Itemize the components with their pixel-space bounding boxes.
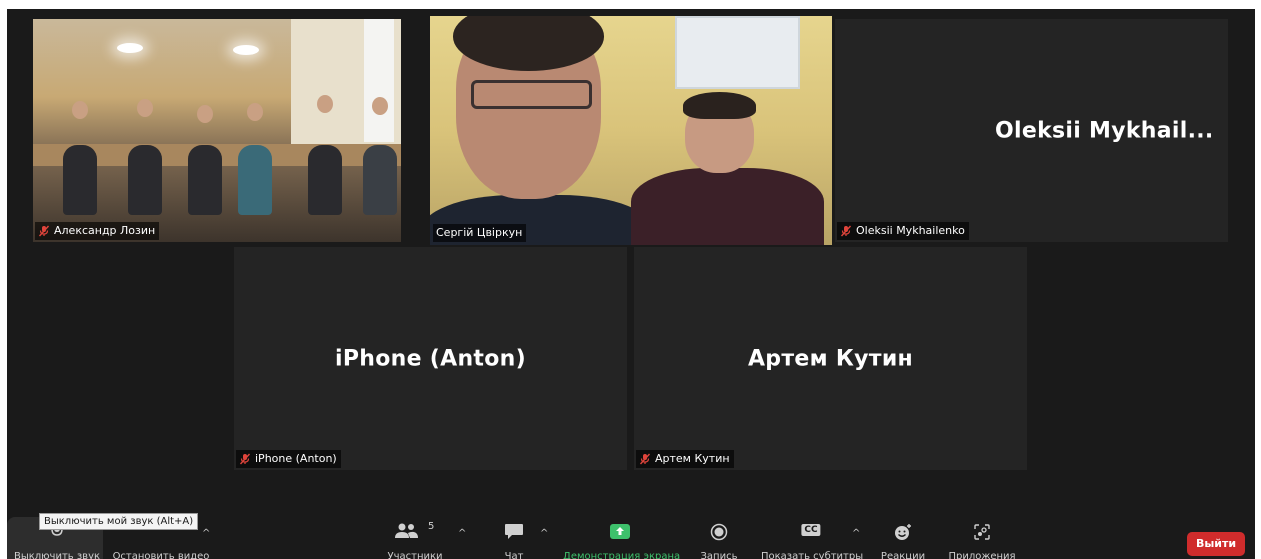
participant-video: [430, 16, 832, 245]
video-tile-artem[interactable]: Артем Кутин Артем Кутин: [634, 247, 1027, 470]
mute-tooltip: Выключить мой звук (Alt+A): [39, 513, 199, 530]
reactions-icon: [895, 524, 911, 540]
mute-audio-label: Выключить звук: [13, 551, 101, 559]
participant-name: Артем Кутин: [655, 452, 730, 465]
participant-name: Сергій Цвіркун: [436, 226, 523, 239]
chat-button[interactable]: Чат: [499, 519, 529, 559]
participants-button[interactable]: 5 Участники: [383, 519, 447, 559]
reactions-label: Реакции: [880, 551, 926, 559]
apps-button[interactable]: Приложения: [947, 519, 1017, 559]
meeting-toolbar: Выключить звук ^ Остановить видео 5 Учас…: [7, 501, 1255, 559]
participant-name-tag: iPhone (Anton): [236, 450, 341, 468]
video-tile-sergiy[interactable]: Сергій Цвіркун: [430, 16, 832, 245]
participants-options-caret[interactable]: ^: [458, 528, 466, 539]
participant-name: iPhone (Anton): [255, 452, 337, 465]
leave-meeting-button[interactable]: Выйти: [1187, 532, 1245, 556]
captions-options-caret[interactable]: ^: [852, 528, 860, 539]
chat-options-caret[interactable]: ^: [540, 528, 548, 539]
show-captions-label: Показать субтитры: [761, 551, 864, 559]
participant-name-tag: Сергій Цвіркун: [433, 224, 527, 242]
show-captions-button[interactable]: CC Показать субтитры: [761, 519, 864, 559]
participant-name-tag: Oleksii Mykhailenko: [837, 222, 969, 240]
participant-name-tag: Артем Кутин: [636, 450, 734, 468]
participants-label: Участники: [387, 551, 443, 559]
participant-name: Oleksii Mykhailenko: [856, 224, 965, 237]
video-tile-oleksii[interactable]: Oleksii Mykhail... Oleksii Mykhailenko: [835, 19, 1228, 242]
share-screen-label: Демонстрация экрана: [563, 551, 681, 559]
video-tile-aleksandr[interactable]: Александр Лозин: [33, 19, 401, 242]
apps-icon: [974, 524, 990, 540]
stop-video-label: Остановить видео: [112, 551, 210, 559]
participant-name: Александр Лозин: [54, 224, 156, 237]
closed-captions-icon: CC: [801, 524, 821, 536]
mic-muted-icon: [639, 453, 651, 465]
mic-muted-icon: [38, 225, 50, 237]
chat-label: Чат: [504, 551, 524, 559]
reactions-button[interactable]: Реакции: [879, 519, 927, 559]
participant-display-name: iPhone (Anton): [335, 346, 526, 371]
participants-count: 5: [428, 521, 435, 532]
record-button[interactable]: Запись: [697, 519, 741, 559]
mic-muted-icon: [840, 225, 852, 237]
video-tile-iphone-anton[interactable]: iPhone (Anton) iPhone (Anton): [234, 247, 627, 470]
participants-icon: [395, 523, 418, 538]
share-screen-button[interactable]: Демонстрация экрана: [563, 519, 681, 559]
participant-display-name: Артем Кутин: [747, 346, 914, 371]
participant-name-tag: Александр Лозин: [35, 222, 160, 240]
mic-muted-icon: [239, 453, 251, 465]
apps-label: Приложения: [948, 551, 1016, 559]
record-icon: [710, 523, 728, 541]
participant-display-name: Oleksii Mykhail...: [995, 118, 1214, 143]
zoom-meeting-window: Александр Лозин Сергій Цвіркун Oleksii M…: [7, 9, 1255, 559]
record-label: Запись: [700, 551, 738, 559]
share-screen-icon: [610, 524, 630, 539]
chat-icon: [505, 524, 523, 539]
participant-video: [33, 19, 401, 242]
